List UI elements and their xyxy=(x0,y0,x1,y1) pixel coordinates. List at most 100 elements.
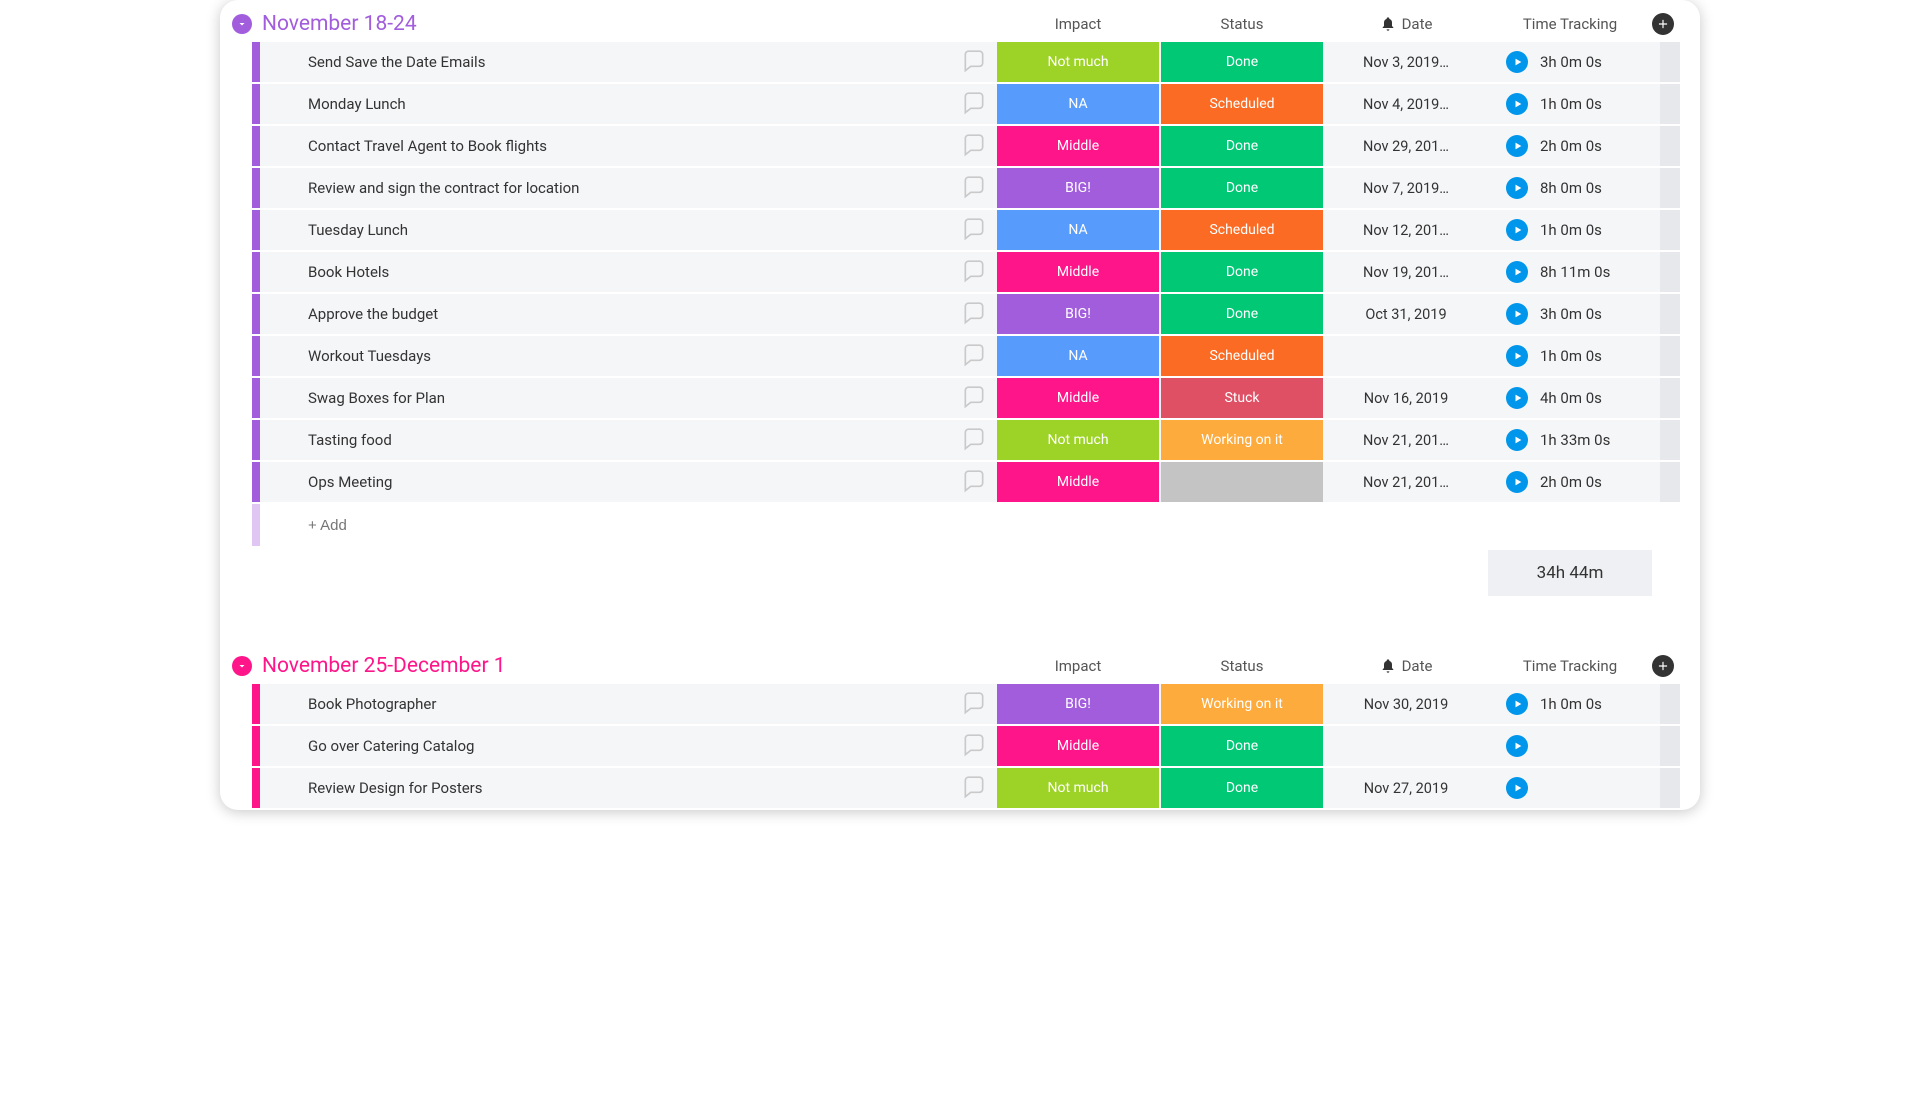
time-tracking-cell[interactable]: 1h 0m 0s xyxy=(1488,345,1652,367)
col-head-impact[interactable]: Impact xyxy=(996,657,1160,675)
task-name[interactable]: Book Photographer xyxy=(300,695,952,713)
add-item-row[interactable] xyxy=(252,504,1680,546)
comment-button[interactable] xyxy=(952,294,996,334)
time-tracking-cell[interactable] xyxy=(1488,777,1652,799)
play-button[interactable] xyxy=(1506,345,1528,367)
impact-cell[interactable]: Middle xyxy=(997,378,1159,418)
task-name[interactable]: Tasting food xyxy=(300,431,952,449)
status-cell[interactable] xyxy=(1161,462,1323,502)
task-row[interactable]: Send Save the Date Emails Not muchDoneNov… xyxy=(252,42,1680,82)
comment-button[interactable] xyxy=(952,42,996,82)
col-head-status[interactable]: Status xyxy=(1160,15,1324,33)
play-button[interactable] xyxy=(1506,219,1528,241)
collapse-toggle[interactable] xyxy=(232,656,252,676)
task-name[interactable]: Workout Tuesdays xyxy=(300,347,952,365)
task-name[interactable]: Book Hotels xyxy=(300,263,952,281)
date-cell[interactable]: Oct 31, 2019 xyxy=(1324,306,1488,323)
collapse-toggle[interactable] xyxy=(232,14,252,34)
comment-button[interactable] xyxy=(952,252,996,292)
date-cell[interactable]: Nov 29, 201… xyxy=(1324,138,1488,155)
add-column-button[interactable] xyxy=(1652,13,1674,35)
play-button[interactable] xyxy=(1506,471,1528,493)
task-name[interactable]: Send Save the Date Emails xyxy=(300,53,952,71)
col-head-date[interactable]: Date xyxy=(1324,15,1488,33)
play-button[interactable] xyxy=(1506,261,1528,283)
impact-cell[interactable]: Middle xyxy=(997,462,1159,502)
comment-button[interactable] xyxy=(952,768,996,808)
date-cell[interactable]: Nov 3, 2019… xyxy=(1324,54,1488,71)
impact-cell[interactable]: Middle xyxy=(997,252,1159,292)
task-row[interactable]: Swag Boxes for PlanMiddleStuckNov 16, 20… xyxy=(252,378,1680,418)
col-head-time[interactable]: Time Tracking xyxy=(1488,15,1652,33)
status-cell[interactable]: Working on it xyxy=(1161,420,1323,460)
status-cell[interactable]: Done xyxy=(1161,42,1323,82)
date-cell[interactable]: Nov 12, 201… xyxy=(1324,222,1488,239)
status-cell[interactable]: Done xyxy=(1161,126,1323,166)
task-name[interactable]: Review and sign the contract for locatio… xyxy=(300,179,952,197)
date-cell[interactable]: Nov 21, 201… xyxy=(1324,432,1488,449)
status-cell[interactable]: Done xyxy=(1161,294,1323,334)
task-name[interactable]: Ops Meeting xyxy=(300,473,952,491)
time-tracking-cell[interactable]: 1h 0m 0s xyxy=(1488,219,1652,241)
col-head-time[interactable]: Time Tracking xyxy=(1488,657,1652,675)
task-row[interactable]: Book HotelsMiddleDoneNov 19, 201…8h 11m … xyxy=(252,252,1680,292)
task-name[interactable]: Go over Catering Catalog xyxy=(300,737,952,755)
play-button[interactable] xyxy=(1506,177,1528,199)
col-head-date[interactable]: Date xyxy=(1324,657,1488,675)
status-cell[interactable]: Working on it xyxy=(1161,684,1323,724)
date-cell[interactable]: Nov 27, 2019 xyxy=(1324,780,1488,797)
comment-button[interactable] xyxy=(952,378,996,418)
comment-button[interactable] xyxy=(952,84,996,124)
comment-button[interactable] xyxy=(952,684,996,724)
impact-cell[interactable]: Middle xyxy=(997,126,1159,166)
impact-cell[interactable]: Middle xyxy=(997,726,1159,766)
impact-cell[interactable]: Not much xyxy=(997,420,1159,460)
task-row[interactable]: Monday Lunch NAScheduledNov 4, 2019…1h 0m… xyxy=(252,84,1680,124)
task-row[interactable]: Contact Travel Agent to Book flights Midd… xyxy=(252,126,1680,166)
impact-cell[interactable]: BIG! xyxy=(997,684,1159,724)
task-name[interactable]: Monday Lunch xyxy=(300,95,952,113)
play-button[interactable] xyxy=(1506,777,1528,799)
date-cell[interactable]: Nov 30, 2019 xyxy=(1324,696,1488,713)
task-name[interactable]: Review Design for Posters xyxy=(300,779,952,797)
group-title[interactable]: November 18-24 xyxy=(262,12,417,36)
time-tracking-cell[interactable]: 2h 0m 0s xyxy=(1488,135,1652,157)
play-button[interactable] xyxy=(1506,387,1528,409)
time-tracking-cell[interactable]: 1h 0m 0s xyxy=(1488,693,1652,715)
comment-button[interactable] xyxy=(952,462,996,502)
status-cell[interactable]: Scheduled xyxy=(1161,84,1323,124)
date-cell[interactable]: Nov 4, 2019… xyxy=(1324,96,1488,113)
time-tracking-cell[interactable]: 1h 0m 0s xyxy=(1488,93,1652,115)
task-row[interactable]: Review and sign the contract for locatio… xyxy=(252,168,1680,208)
task-row[interactable]: Ops MeetingMiddleNov 21, 201…2h 0m 0s xyxy=(252,462,1680,502)
time-tracking-cell[interactable]: 3h 0m 0s xyxy=(1488,303,1652,325)
play-button[interactable] xyxy=(1506,303,1528,325)
task-name[interactable]: Contact Travel Agent to Book flights xyxy=(300,137,952,155)
impact-cell[interactable]: NA xyxy=(997,84,1159,124)
task-row[interactable]: Go over Catering CatalogMiddleDone xyxy=(252,726,1680,766)
comment-button[interactable] xyxy=(952,210,996,250)
date-cell[interactable]: Nov 16, 2019 xyxy=(1324,390,1488,407)
comment-button[interactable] xyxy=(952,726,996,766)
comment-button[interactable] xyxy=(952,420,996,460)
task-name[interactable]: Tuesday Lunch xyxy=(300,221,952,239)
col-head-status[interactable]: Status xyxy=(1160,657,1324,675)
impact-cell[interactable]: Not much xyxy=(997,42,1159,82)
add-item-input[interactable] xyxy=(300,517,952,534)
status-cell[interactable]: Scheduled xyxy=(1161,336,1323,376)
time-tracking-cell[interactable]: 4h 0m 0s xyxy=(1488,387,1652,409)
comment-button[interactable] xyxy=(952,168,996,208)
time-tracking-cell[interactable]: 8h 11m 0s xyxy=(1488,261,1652,283)
impact-cell[interactable]: NA xyxy=(997,336,1159,376)
play-button[interactable] xyxy=(1506,51,1528,73)
status-cell[interactable]: Stuck xyxy=(1161,378,1323,418)
task-name[interactable]: Approve the budget xyxy=(300,305,952,323)
impact-cell[interactable]: NA xyxy=(997,210,1159,250)
impact-cell[interactable]: BIG! xyxy=(997,168,1159,208)
time-tracking-cell[interactable] xyxy=(1488,735,1652,757)
impact-cell[interactable]: Not much xyxy=(997,768,1159,808)
col-head-impact[interactable]: Impact xyxy=(996,15,1160,33)
impact-cell[interactable]: BIG! xyxy=(997,294,1159,334)
play-button[interactable] xyxy=(1506,735,1528,757)
comment-button[interactable] xyxy=(952,126,996,166)
